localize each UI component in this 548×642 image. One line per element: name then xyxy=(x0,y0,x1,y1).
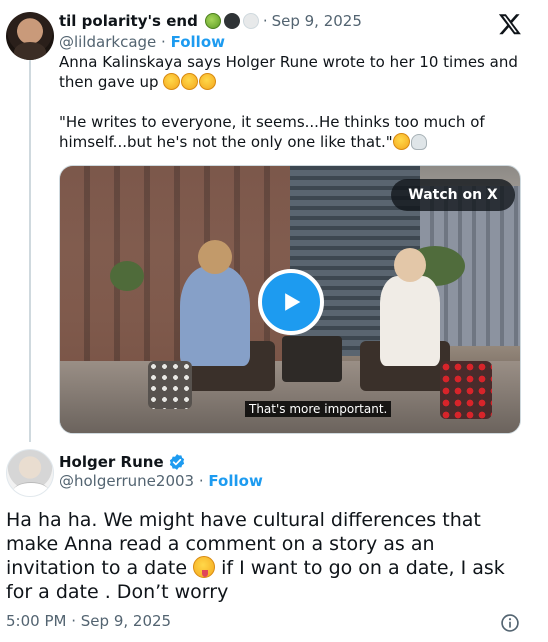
thread-line xyxy=(29,58,31,442)
x-logo-icon[interactable] xyxy=(497,12,523,36)
reply-tweet-header: Holger Rune xyxy=(59,451,186,473)
verified-badge-icon xyxy=(169,454,184,470)
author-name[interactable]: til polarity's end xyxy=(59,12,198,30)
follow-button[interactable]: Follow xyxy=(208,472,262,490)
tweet-timestamp[interactable]: 5:00 PM · Sep 9, 2025 xyxy=(6,612,171,630)
separator: · xyxy=(161,33,171,51)
tweet-date[interactable]: Sep 9, 2025 xyxy=(272,12,362,30)
tweet-time: 5:00 PM xyxy=(6,612,67,630)
joy-emoji-icon xyxy=(392,133,410,150)
author-name[interactable]: Holger Rune xyxy=(59,453,164,471)
video-caption: That's more important. xyxy=(245,401,392,417)
skull-emoji-icon xyxy=(410,134,427,150)
tweet-text: Anna Kalinskaya says Holger Rune wrote t… xyxy=(59,52,529,152)
play-icon xyxy=(285,293,301,311)
avatar[interactable] xyxy=(6,12,54,60)
handle-row: @lildarkcage · Follow xyxy=(59,33,225,51)
rofl-emoji-icon xyxy=(181,73,199,90)
follow-button[interactable]: Follow xyxy=(171,33,225,51)
watch-on-x-button[interactable]: Watch on X xyxy=(391,179,515,211)
handle-row: @holgerrune2003 · Follow xyxy=(59,472,263,490)
rofl-emoji-icon xyxy=(199,73,217,90)
separator: · xyxy=(262,12,268,30)
play-button[interactable] xyxy=(258,269,324,335)
author-handle[interactable]: @lildarkcage xyxy=(59,33,156,51)
tennis-ball-icon xyxy=(204,13,221,29)
quoted-tweet[interactable]: til polarity's end · Sep 9, 2025 @lildar… xyxy=(0,0,548,442)
zany-face-emoji-icon xyxy=(193,556,216,578)
quoted-tweet-header: til polarity's end · Sep 9, 2025 xyxy=(59,10,362,32)
avatar[interactable] xyxy=(6,449,54,497)
tweet-date: Sep 9, 2025 xyxy=(80,612,172,630)
info-icon[interactable] xyxy=(500,613,520,633)
tweet-text-line1: Anna Kalinskaya says Holger Rune wrote t… xyxy=(59,53,523,91)
video-player[interactable]: Watch on X That's more important. xyxy=(59,165,521,434)
name-emoji-group xyxy=(204,13,259,29)
black-circle-icon xyxy=(223,13,240,29)
separator: · xyxy=(198,472,209,490)
author-handle[interactable]: @holgerrune2003 xyxy=(59,472,194,490)
white-circle-icon xyxy=(242,13,259,29)
video-scene xyxy=(60,166,290,366)
separator: · xyxy=(71,612,81,630)
tweet-text: Ha ha ha. We might have cultural differe… xyxy=(6,508,526,604)
rofl-emoji-icon xyxy=(163,73,181,90)
